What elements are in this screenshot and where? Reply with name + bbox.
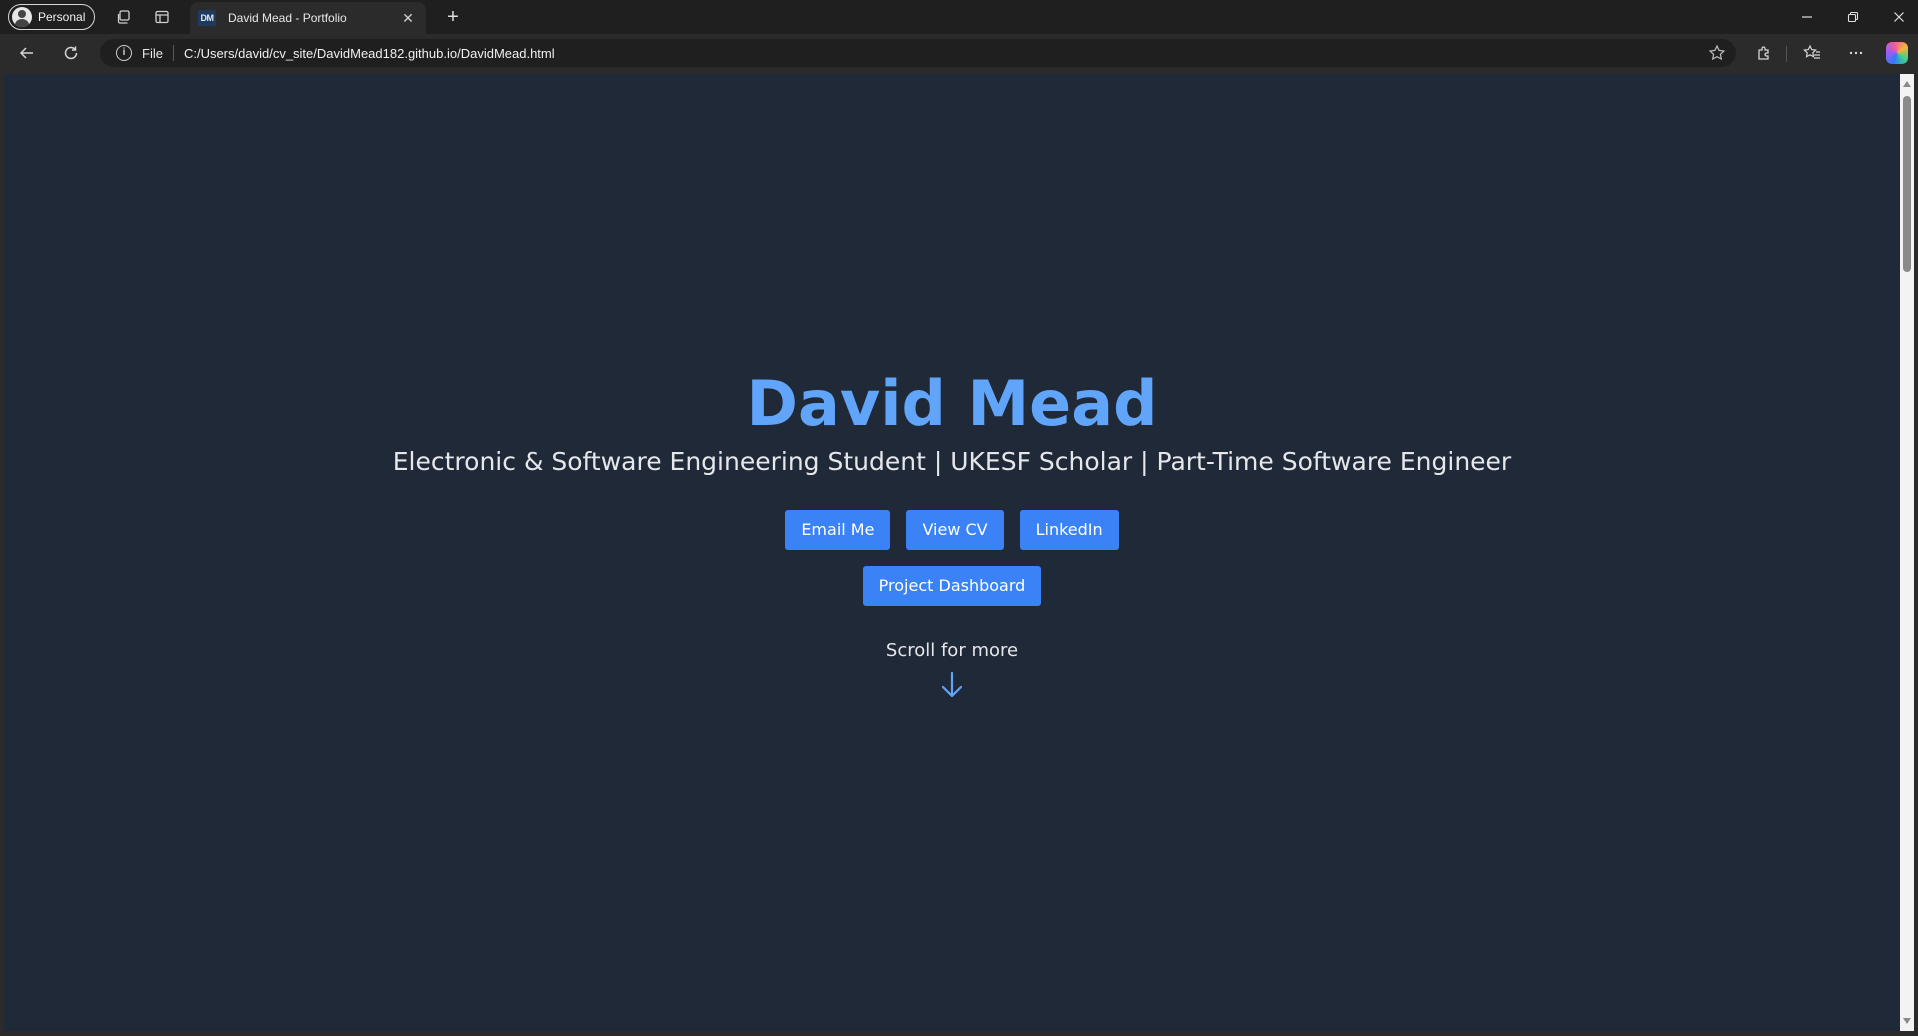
page-viewport: David Mead Electronic & Software Enginee… <box>4 74 1900 1031</box>
toolbar-divider <box>1786 46 1787 62</box>
scheme-label: File <box>142 45 163 61</box>
avatar-icon <box>12 7 32 27</box>
scroll-down-icon[interactable] <box>1903 1018 1911 1024</box>
dashboard-row: Project Dashboard <box>862 566 1042 606</box>
tab-title: David Mead - Portfolio <box>228 11 347 25</box>
profile-button[interactable]: Personal <box>8 4 95 30</box>
arrow-down-icon[interactable] <box>938 670 966 700</box>
tab-actions-icon[interactable] <box>152 7 172 27</box>
minimize-icon[interactable] <box>1784 0 1830 34</box>
tab-active[interactable]: DM David Mead - Portfolio ✕ <box>190 2 426 34</box>
project-dashboard-button[interactable]: Project Dashboard <box>862 566 1042 606</box>
tab-strip: Personal DM David Mead - Portfolio ✕ + <box>0 0 1918 34</box>
view-cv-button[interactable]: View CV <box>906 510 1004 550</box>
linkedin-button[interactable]: LinkedIn <box>1019 510 1119 550</box>
back-arrow-icon[interactable] <box>14 41 40 65</box>
browser-window: Personal DM David Mead - Portfolio ✕ + i… <box>0 0 1918 1036</box>
more-icon[interactable] <box>1844 42 1868 64</box>
restore-icon[interactable] <box>1830 0 1876 34</box>
star-icon[interactable] <box>1708 44 1726 62</box>
site-favicon: DM <box>198 10 216 26</box>
email-me-button[interactable]: Email Me <box>785 510 891 550</box>
favorites-icon[interactable] <box>1800 42 1824 64</box>
extensions-icon[interactable] <box>1752 42 1776 64</box>
vertical-scrollbar[interactable] <box>1900 74 1914 1031</box>
info-icon[interactable]: i <box>116 45 132 61</box>
address-bar[interactable]: i File C:/Users/david/cv_site/DavidMead1… <box>100 39 1736 67</box>
scroll-hint: Scroll for more <box>885 640 1019 661</box>
scroll-thumb[interactable] <box>1903 96 1911 272</box>
copilot-icon[interactable] <box>1886 42 1908 64</box>
plus-icon[interactable]: + <box>442 6 464 28</box>
scroll-up-icon[interactable] <box>1903 81 1911 87</box>
page-title: David Mead <box>746 367 1158 440</box>
close-window-icon[interactable] <box>1876 0 1918 34</box>
profile-label: Personal <box>38 10 86 24</box>
window-bottom-edge <box>0 1031 1918 1036</box>
url-text[interactable]: C:/Users/david/cv_site/DavidMead182.gith… <box>184 46 555 61</box>
refresh-icon[interactable] <box>58 41 84 65</box>
contact-buttons: Email Me View CV LinkedIn <box>785 510 1119 550</box>
hero-section: David Mead Electronic & Software Enginee… <box>4 74 1900 1031</box>
tagline: Electronic & Software Engineering Studen… <box>392 447 1512 476</box>
workspaces-icon[interactable] <box>114 7 134 27</box>
address-divider <box>172 45 174 61</box>
browser-toolbar: i File C:/Users/david/cv_site/DavidMead1… <box>0 34 1918 72</box>
close-icon[interactable]: ✕ <box>400 10 416 26</box>
